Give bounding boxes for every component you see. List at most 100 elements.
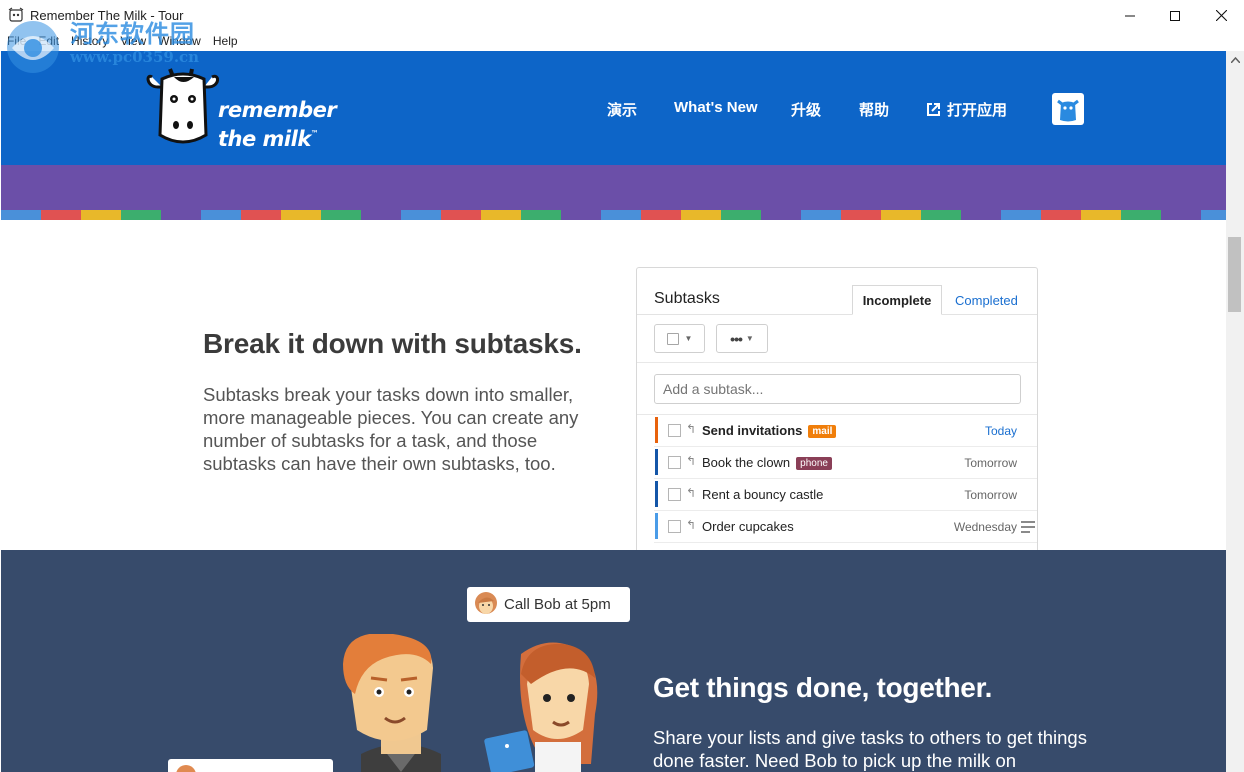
subtask-arrow-icon: ↰ xyxy=(686,518,697,532)
priority-bar xyxy=(655,481,658,507)
task-row[interactable]: ↰ Book the clown phone Tomorrow xyxy=(654,447,1037,479)
account-avatar-button[interactable] xyxy=(1052,93,1084,125)
minimize-button[interactable] xyxy=(1107,0,1153,31)
menu-help[interactable]: Help xyxy=(213,34,238,48)
task-tag[interactable]: phone xyxy=(796,457,832,470)
tab-divider xyxy=(637,314,1037,315)
stripe-segment xyxy=(281,210,321,220)
nav-whats-new-link[interactable]: What's New xyxy=(674,99,758,116)
subtasks-description: Subtasks break your tasks down into smal… xyxy=(203,384,579,474)
chevron-down-icon: ▼ xyxy=(684,334,693,343)
task-row[interactable]: ↰ Rent a bouncy castle Tomorrow xyxy=(654,479,1037,511)
man-avatar-icon xyxy=(176,765,196,772)
tab-completed[interactable]: Completed xyxy=(955,293,1018,308)
task-name: Send invitations xyxy=(702,423,803,438)
task-bubble-text: Call Bob at 5pm xyxy=(504,596,611,613)
task-name-cell: Rent a bouncy castle xyxy=(702,487,823,502)
subtasks-card-title: Subtasks xyxy=(654,290,720,307)
stripe-segment xyxy=(241,210,281,220)
select-all-dropdown[interactable]: ▼ xyxy=(654,324,705,353)
priority-bar xyxy=(655,417,658,443)
task-name-cell: Order cupcakes xyxy=(702,519,794,534)
menu-bar: File Edit History View Window Help xyxy=(0,31,1244,51)
notes-icon[interactable] xyxy=(1021,521,1035,536)
logo-line-2: the milk™ xyxy=(218,122,336,151)
stripe-segment xyxy=(681,210,721,220)
stripe-segment xyxy=(401,210,441,220)
nav-upgrade-link[interactable]: 升级 xyxy=(791,99,821,120)
nav-demo-link[interactable]: 演示 xyxy=(607,99,637,120)
task-name-cell: Book the clown phone xyxy=(702,455,832,470)
close-button[interactable] xyxy=(1198,0,1244,31)
chevron-down-icon: ▼ xyxy=(745,334,754,343)
menu-edit[interactable]: Edit xyxy=(38,34,59,48)
task-row[interactable]: ↰ Order cupcakes Wednesday xyxy=(654,511,1037,543)
task-checkbox[interactable] xyxy=(668,456,681,469)
menu-history[interactable]: History xyxy=(71,34,108,48)
more-actions-dropdown[interactable]: ••• ▼ xyxy=(716,324,768,353)
stripe-segment xyxy=(761,210,801,220)
maximize-button[interactable] xyxy=(1152,0,1198,31)
task-due-date: Tomorrow xyxy=(964,456,1017,470)
nav-help-link[interactable]: 帮助 xyxy=(859,99,889,120)
web-viewport: remember the milk™ 演示 What's New 升级 帮助 打… xyxy=(1,51,1226,772)
stripe-segment xyxy=(641,210,681,220)
cow-avatar-icon xyxy=(1057,99,1079,122)
task-checkbox[interactable] xyxy=(668,488,681,501)
stripe-segment xyxy=(1081,210,1121,220)
task-tag[interactable]: mail xyxy=(808,425,837,438)
chevron-up-icon xyxy=(1230,56,1240,63)
task-checkbox[interactable] xyxy=(668,424,681,437)
stripe-segment xyxy=(1001,210,1041,220)
stripe-segment xyxy=(161,210,201,220)
stripe-segment xyxy=(361,210,401,220)
close-icon xyxy=(1215,10,1227,21)
scrollbar-thumb[interactable] xyxy=(1228,237,1241,312)
scroll-up-button[interactable] xyxy=(1226,51,1244,68)
stripe-segment xyxy=(521,210,561,220)
subtasks-card: Subtasks Incomplete Completed ▼ ••• ▼ ↰ … xyxy=(636,267,1038,557)
subtask-arrow-icon: ↰ xyxy=(686,454,697,468)
subtasks-heading: Break it down with subtasks. xyxy=(203,328,582,359)
more-dots-icon: ••• xyxy=(730,330,743,347)
vertical-scrollbar[interactable] xyxy=(1226,51,1244,772)
external-link-icon xyxy=(927,103,940,116)
tab-incomplete[interactable]: Incomplete xyxy=(852,285,942,315)
menu-view[interactable]: View xyxy=(120,34,146,48)
title-bar: Remember The Milk - Tour xyxy=(0,0,1244,31)
window-title: Remember The Milk - Tour xyxy=(30,8,184,23)
task-bubble: Call Bob at 5pm xyxy=(467,587,630,622)
stripe-segment xyxy=(721,210,761,220)
toolbar-divider xyxy=(637,362,1037,363)
task-checkbox[interactable] xyxy=(668,520,681,533)
stripe-segment xyxy=(441,210,481,220)
open-app-label: 打开应用 xyxy=(947,102,1008,119)
stripe-segment xyxy=(841,210,881,220)
select-all-checkbox xyxy=(666,332,679,345)
stripe-segment xyxy=(601,210,641,220)
task-row[interactable]: ↰ Send invitations mail Today xyxy=(654,415,1037,447)
app-icon xyxy=(8,7,24,22)
stripe-segment xyxy=(1041,210,1081,220)
subtasks-section xyxy=(1,220,1226,550)
nav-open-app-link[interactable]: 打开应用 xyxy=(926,99,1007,120)
task-due-date: Tomorrow xyxy=(964,488,1017,502)
stripe-segment xyxy=(561,210,601,220)
priority-bar xyxy=(655,449,658,475)
stripe-segment xyxy=(961,210,1001,220)
stripe-segment xyxy=(321,210,361,220)
stripe-segment xyxy=(121,210,161,220)
stripe-segment xyxy=(801,210,841,220)
trademark-mark: ™ xyxy=(310,129,319,138)
task-name: Book the clown xyxy=(702,455,791,470)
sharing-description: Share your lists and give tasks to other… xyxy=(653,727,1087,771)
add-subtask-input[interactable] xyxy=(654,374,1021,404)
task-due-date: Wednesday xyxy=(953,520,1017,534)
task-name: Order cupcakes xyxy=(702,519,794,534)
menu-file[interactable]: File xyxy=(7,34,26,48)
task-name-cell: Send invitations mail xyxy=(702,423,837,438)
woman-avatar-icon xyxy=(475,592,497,614)
stripe-segment xyxy=(41,210,81,220)
menu-window[interactable]: Window xyxy=(158,34,201,48)
task-name: Rent a bouncy castle xyxy=(702,487,824,502)
